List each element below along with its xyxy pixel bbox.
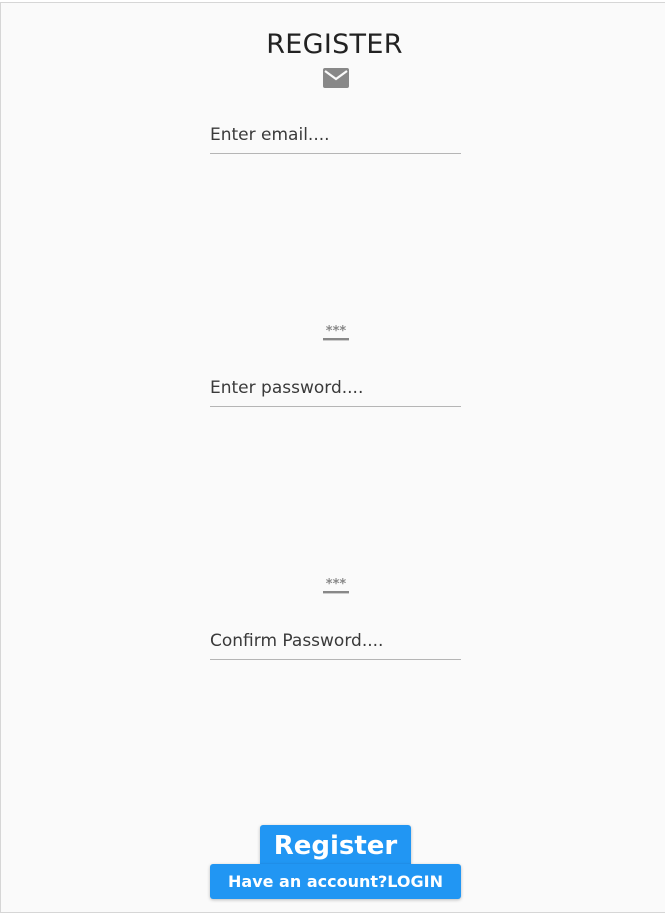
login-link-button[interactable]: Have an account?LOGIN	[210, 864, 461, 899]
mail-icon	[323, 68, 349, 88]
confirm-password-icon: ***	[323, 576, 349, 596]
password-field	[210, 373, 461, 407]
confirm-password-input[interactable]	[210, 626, 461, 656]
register-panel: REGISTER *** *** Register Have an accoun…	[0, 2, 665, 913]
email-field	[210, 120, 461, 154]
password-icon: ***	[323, 323, 349, 343]
page-title: REGISTER	[266, 29, 403, 60]
password-input[interactable]	[210, 373, 461, 403]
svg-text:***: ***	[326, 324, 347, 339]
register-button[interactable]: Register	[260, 825, 411, 867]
svg-text:***: ***	[326, 577, 347, 592]
confirm-password-field	[210, 626, 461, 660]
email-input[interactable]	[210, 120, 461, 150]
